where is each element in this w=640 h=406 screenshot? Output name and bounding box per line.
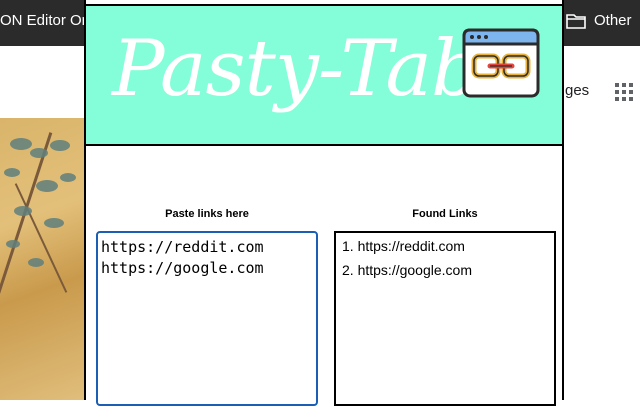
paste-links-label: Paste links here xyxy=(165,208,249,220)
bookmark-item[interactable]: ON Editor On xyxy=(0,12,90,29)
found-links-panel: 1. https://reddit.com 2. https://google.… xyxy=(334,231,556,406)
folder-icon xyxy=(566,13,586,29)
pages-label[interactable]: ges xyxy=(565,82,589,99)
background-image xyxy=(0,118,84,400)
found-link-number: 1. xyxy=(342,238,354,254)
other-bookmarks-label: Other xyxy=(594,12,632,29)
paste-links-input[interactable]: https://reddit.com https://google.com xyxy=(96,231,318,406)
popup-header: Pasty-Tabs xyxy=(86,4,562,146)
extension-popup: Pasty-Tabs Paste links here Found Links … xyxy=(84,0,564,406)
found-link-item[interactable]: 1. https://reddit.com xyxy=(342,234,548,258)
found-link-url[interactable]: https://reddit.com xyxy=(358,238,465,254)
found-link-item[interactable]: 2. https://google.com xyxy=(342,258,548,282)
apps-grid-icon[interactable] xyxy=(614,82,634,102)
found-links-label: Found Links xyxy=(412,208,478,220)
found-link-url[interactable]: https://google.com xyxy=(358,262,472,278)
popup-title: Pasty-Tabs xyxy=(112,24,520,114)
other-bookmarks[interactable]: Other xyxy=(566,12,632,29)
found-link-number: 2. xyxy=(342,262,354,278)
browser-link-icon xyxy=(462,28,540,98)
found-links-list: 1. https://reddit.com 2. https://google.… xyxy=(342,234,548,282)
